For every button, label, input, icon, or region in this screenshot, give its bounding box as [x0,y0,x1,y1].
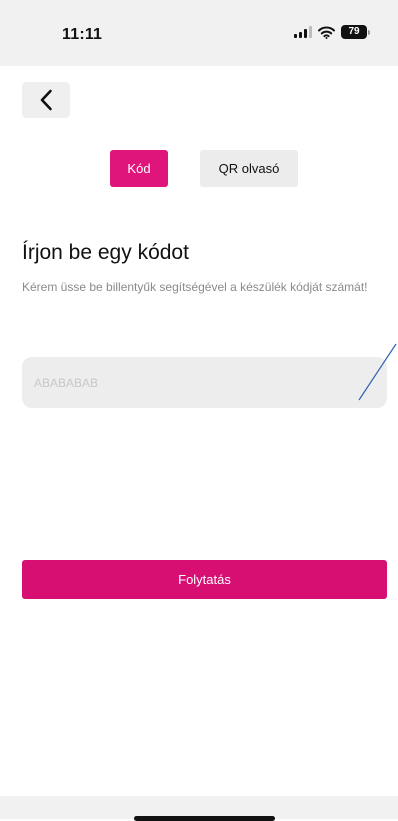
tab-qr-reader[interactable]: QR olvasó [200,150,298,187]
status-icons: 79 [294,25,370,39]
code-input[interactable] [22,357,387,408]
continue-button[interactable]: Folytatás [22,560,387,599]
chevron-left-icon [40,89,52,111]
status-time: 11:11 [62,26,103,43]
wifi-icon [318,26,335,39]
battery-icon: 79 [341,25,370,39]
tab-code[interactable]: Kód [110,150,168,187]
signal-icon [294,26,312,38]
battery-level: 79 [341,25,367,39]
main-content: Kód QR olvasó Írjon be egy kódot Kérem ü… [0,66,398,796]
bottom-bar [0,796,398,821]
battery-tip [368,29,370,35]
page-title: Írjon be egy kódot [22,241,189,264]
status-bar: 11:11 79 [0,0,398,66]
instruction-text: Kérem üsse be billentyűk segítségével a … [22,280,368,294]
back-button[interactable] [22,82,70,118]
